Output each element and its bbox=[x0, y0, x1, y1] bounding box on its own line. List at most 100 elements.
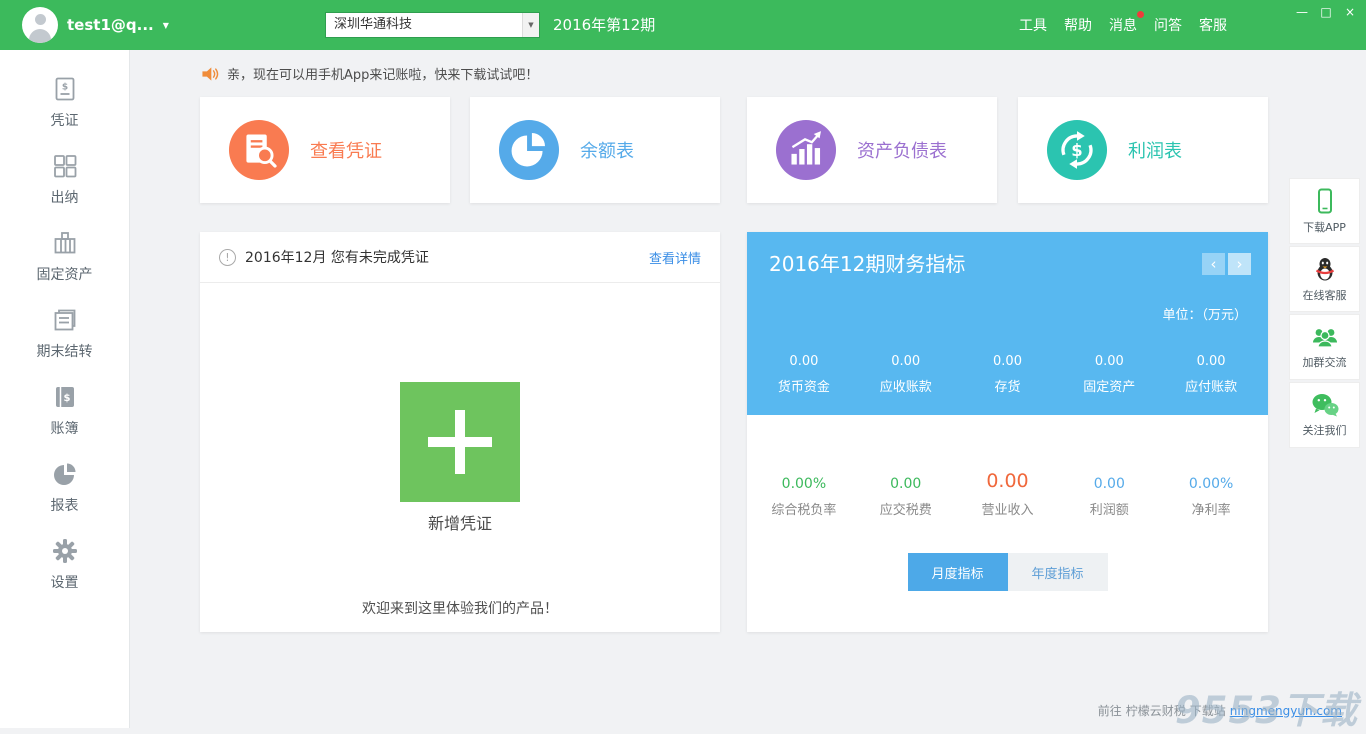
sidebar-item-label: 报表 bbox=[51, 495, 79, 515]
float-item-label: 下载APP bbox=[1303, 219, 1346, 235]
svg-text:$: $ bbox=[63, 393, 70, 404]
stat-inventory: 0.00 存货 bbox=[957, 349, 1059, 395]
reports-icon bbox=[52, 461, 78, 487]
quick-card-label: 资产负债表 bbox=[857, 137, 947, 163]
company-select[interactable]: 深圳华通科技 ▼ bbox=[325, 12, 540, 38]
voucher-panel-title: 2016年12月 您有未完成凭证 bbox=[245, 247, 640, 267]
stat-label: 存货 bbox=[957, 376, 1059, 395]
voucher-icon: $ bbox=[52, 76, 78, 102]
titlebar: test1@q... ▼ 深圳华通科技 ▼ 2016年第12期 工具 帮助 消息… bbox=[0, 0, 1366, 50]
sidebar: $ 凭证 出纳 固定资产 期末结转 $ 账簿 报表 设置 bbox=[0, 50, 130, 728]
select-arrow-icon[interactable]: ▼ bbox=[522, 13, 539, 37]
quick-card-label: 利润表 bbox=[1128, 137, 1182, 163]
user-dropdown[interactable]: test1@q... ▼ bbox=[22, 7, 169, 43]
white-stats-row: 0.00% 综合税负率 0.00 应交税费 0.00 营业收入 0.00 利润额… bbox=[753, 472, 1262, 518]
tab-annual-indicators[interactable]: 年度指标 bbox=[1008, 553, 1108, 591]
sidebar-item-settings[interactable]: 设置 bbox=[0, 526, 129, 603]
app-notice: 亲，现在可以用手机App来记账啦，快来下载试试吧！ bbox=[201, 64, 538, 83]
stat-value: 0.00 bbox=[957, 349, 1059, 369]
footer-site-name: 柠檬云财税 bbox=[1126, 704, 1186, 718]
sidebar-item-ledger[interactable]: $ 账簿 bbox=[0, 372, 129, 449]
qq-icon bbox=[1312, 256, 1338, 282]
sidebar-item-voucher[interactable]: $ 凭证 bbox=[0, 64, 129, 141]
bar-chart-icon bbox=[775, 119, 837, 181]
sidebar-item-reports[interactable]: 报表 bbox=[0, 449, 129, 526]
window-controls: — □ × bbox=[1291, 3, 1361, 21]
stat-label: 利润额 bbox=[1058, 499, 1160, 518]
float-item-download-app[interactable]: 下载APP bbox=[1289, 178, 1360, 244]
unit-label: 单位：（万元） bbox=[1162, 304, 1247, 323]
footer-prefix: 前往 bbox=[1098, 704, 1122, 718]
minimize-button[interactable]: — bbox=[1291, 3, 1313, 21]
menu-item-support[interactable]: 客服 bbox=[1199, 15, 1227, 35]
maximize-button[interactable]: □ bbox=[1315, 3, 1337, 21]
stat-label: 营业收入 bbox=[957, 499, 1059, 518]
download-site-link[interactable]: ningmengyun.com bbox=[1230, 704, 1342, 718]
finance-panel: 2016年12期财务指标 ‹ › 单位：（万元） 0.00 货币资金 0.00 … bbox=[747, 232, 1268, 632]
svg-text:$: $ bbox=[1071, 141, 1082, 160]
sidebar-item-label: 期末结转 bbox=[37, 341, 93, 361]
stat-label: 货币资金 bbox=[753, 376, 855, 395]
phone-icon bbox=[1312, 188, 1338, 214]
company-select-value: 深圳华通科技 bbox=[326, 13, 522, 37]
stat-monetary-funds: 0.00 货币资金 bbox=[753, 349, 855, 395]
quick-card-view-vouchers[interactable]: 查看凭证 bbox=[200, 97, 450, 203]
speaker-icon bbox=[201, 66, 219, 82]
fixed-assets-icon bbox=[52, 230, 78, 256]
voucher-search-icon bbox=[228, 119, 290, 181]
period-end-icon bbox=[52, 307, 78, 333]
new-voucher-label[interactable]: 新增凭证 bbox=[200, 510, 720, 534]
settings-icon bbox=[52, 538, 78, 564]
menu-item-messages[interactable]: 消息 bbox=[1109, 15, 1137, 35]
sidebar-item-period-end[interactable]: 期末结转 bbox=[0, 295, 129, 372]
stat-value: 0.00 bbox=[1058, 472, 1160, 492]
menu-item-help[interactable]: 帮助 bbox=[1064, 15, 1092, 35]
menu-item-tools[interactable]: 工具 bbox=[1019, 15, 1047, 35]
welcome-text: 欢迎来到这里体验我们的产品！ bbox=[200, 598, 720, 618]
stat-label: 应收账款 bbox=[855, 376, 957, 395]
quick-card-income-statement[interactable]: $ 利润表 bbox=[1018, 97, 1268, 203]
quick-card-balance-sheet[interactable]: 资产负债表 bbox=[747, 97, 997, 203]
sidebar-item-fixed-assets[interactable]: 固定资产 bbox=[0, 218, 129, 295]
sidebar-item-label: 凭证 bbox=[51, 110, 79, 130]
float-item-label: 关注我们 bbox=[1303, 422, 1347, 438]
wechat-icon bbox=[1311, 393, 1339, 417]
stat-value: 0.00 bbox=[957, 472, 1059, 492]
finance-panel-blue-header: 2016年12期财务指标 ‹ › 单位：（万元） 0.00 货币资金 0.00 … bbox=[747, 232, 1268, 415]
next-period-button[interactable]: › bbox=[1228, 253, 1251, 275]
info-icon: ! bbox=[219, 249, 236, 266]
close-button[interactable]: × bbox=[1339, 3, 1361, 21]
stat-value: 0.00 bbox=[753, 349, 855, 369]
footer-note: 前往柠檬云财税下载站ningmengyun.com bbox=[1098, 702, 1346, 719]
view-details-link[interactable]: 查看详情 bbox=[649, 248, 701, 267]
stat-taxes-payable: 0.00 应交税费 bbox=[855, 472, 957, 518]
float-item-online-service[interactable]: 在线客服 bbox=[1289, 246, 1360, 312]
pie-chart-icon bbox=[498, 119, 560, 181]
notification-dot bbox=[1137, 11, 1144, 18]
finance-panel-title: 2016年12期财务指标 bbox=[769, 248, 965, 277]
stat-value: 0.00 bbox=[1058, 349, 1160, 369]
stat-tax-burden-rate: 0.00% 综合税负率 bbox=[753, 472, 855, 518]
sidebar-item-label: 出纳 bbox=[51, 187, 79, 207]
ledger-icon: $ bbox=[52, 384, 78, 410]
stat-value: 0.00% bbox=[753, 472, 855, 492]
avatar[interactable] bbox=[22, 7, 58, 43]
tab-monthly-indicators[interactable]: 月度指标 bbox=[908, 553, 1008, 591]
quick-card-trial-balance[interactable]: 余额表 bbox=[470, 97, 720, 203]
svg-text:$: $ bbox=[61, 82, 67, 92]
float-item-follow-us[interactable]: 关注我们 bbox=[1289, 382, 1360, 448]
new-voucher-button[interactable] bbox=[400, 382, 520, 502]
menu-item-qa[interactable]: 问答 bbox=[1154, 15, 1182, 35]
period-nav: ‹ › bbox=[1202, 253, 1251, 275]
top-menu: 工具 帮助 消息 问答 客服 bbox=[1019, 0, 1227, 50]
sidebar-item-label: 固定资产 bbox=[37, 264, 93, 284]
money-cycle-icon: $ bbox=[1046, 119, 1108, 181]
blue-stats-row: 0.00 货币资金 0.00 应收账款 0.00 存货 0.00 固定资产 0.… bbox=[753, 349, 1262, 395]
sidebar-item-cashier[interactable]: 出纳 bbox=[0, 141, 129, 218]
float-item-group-chat[interactable]: 加群交流 bbox=[1289, 314, 1360, 380]
notice-text: 亲，现在可以用手机App来记账啦，快来下载试试吧！ bbox=[227, 64, 538, 83]
prev-period-button[interactable]: ‹ bbox=[1202, 253, 1225, 275]
period-label: 2016年第12期 bbox=[553, 0, 655, 50]
stat-value: 0.00% bbox=[1160, 472, 1262, 492]
stat-value: 0.00 bbox=[855, 349, 957, 369]
